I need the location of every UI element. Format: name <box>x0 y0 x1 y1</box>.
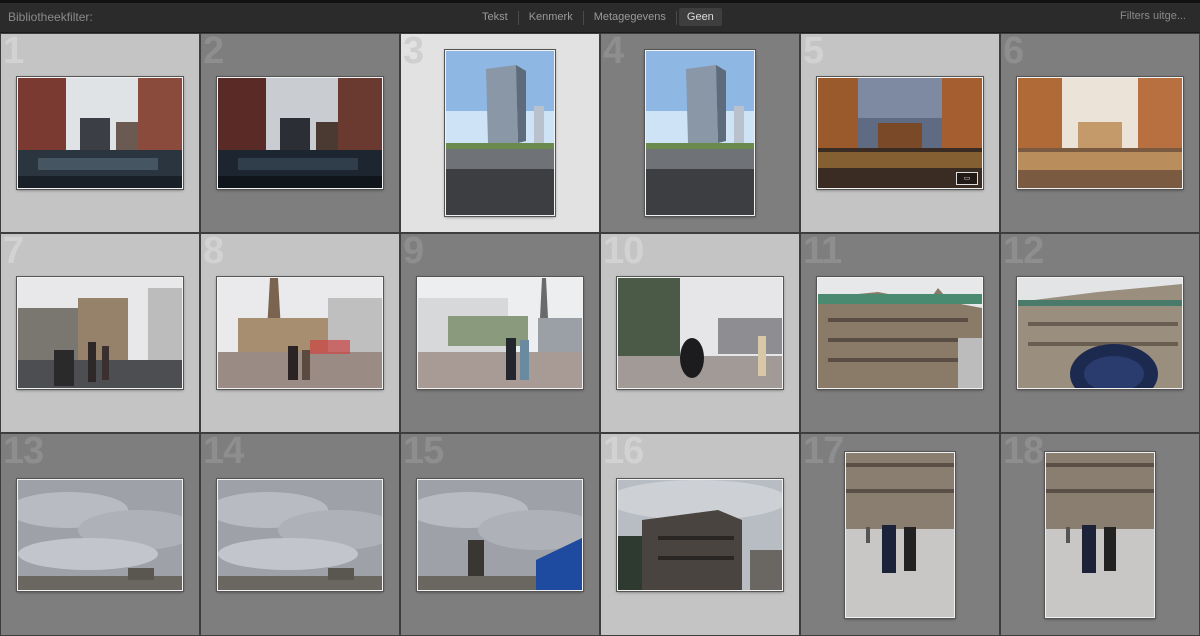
grid-cell[interactable]: 14 <box>200 433 400 636</box>
photo-thumbnail[interactable] <box>417 478 583 591</box>
tab-divider <box>517 11 519 25</box>
cell-index-number: 6 <box>1003 33 1024 72</box>
filter-tab-metadata[interactable]: Metagegevens <box>586 8 674 26</box>
cell-index-number: 17 <box>803 433 844 472</box>
cell-index-number: 7 <box>3 233 24 272</box>
filter-tabs: Tekst Kenmerk Metagegevens Geen <box>474 8 722 26</box>
photo-thumbnail[interactable] <box>1017 77 1183 189</box>
photo-thumbnail[interactable] <box>217 478 383 591</box>
filter-tab-attribute[interactable]: Kenmerk <box>521 8 581 26</box>
grid-cell[interactable]: 6 <box>1000 33 1200 233</box>
library-filter-bar: Bibliotheekfilter: Tekst Kenmerk Metageg… <box>0 0 1200 33</box>
cell-index-number: 3 <box>403 33 424 72</box>
grid-cell[interactable]: 10 <box>600 233 800 433</box>
cell-index-number: 1 <box>3 33 24 72</box>
photo-thumbnail[interactable] <box>645 50 755 216</box>
grid-cell[interactable]: 3 <box>400 33 600 233</box>
cell-index-number: 11 <box>803 233 842 272</box>
cell-index-number: 10 <box>603 233 644 272</box>
grid-cell[interactable]: 16 <box>600 433 800 636</box>
cell-index-number: 9 <box>403 233 424 272</box>
photo-thumbnail[interactable] <box>17 77 183 189</box>
photo-thumbnail[interactable]: ▭ <box>817 77 983 189</box>
grid-cell[interactable]: 1 <box>0 33 200 233</box>
filters-off-dropdown[interactable]: Filters uitge... <box>1120 10 1186 22</box>
filter-tab-none[interactable]: Geen <box>678 8 722 26</box>
photo-thumbnail[interactable] <box>17 478 183 591</box>
grid-cell[interactable]: 4 <box>600 33 800 233</box>
grid-cell[interactable]: 13 <box>0 433 200 636</box>
cell-index-number: 18 <box>1003 433 1044 472</box>
cell-index-number: 8 <box>203 233 224 272</box>
thumbnail-grid: 1 2 3 4 5 ▭ 6 7 8 9 10 11 12 13 14 15 16… <box>0 33 1200 636</box>
tab-divider <box>582 11 584 25</box>
cell-index-number: 4 <box>603 33 624 72</box>
cell-index-number: 2 <box>203 33 224 72</box>
cell-index-number: 14 <box>203 433 244 472</box>
cell-index-number: 16 <box>603 433 644 472</box>
grid-cell[interactable]: 18 <box>1000 433 1200 636</box>
grid-cell[interactable]: 7 <box>0 233 200 433</box>
grid-cell[interactable]: 8 <box>200 233 400 433</box>
photo-thumbnail[interactable] <box>417 277 583 389</box>
photo-thumbnail[interactable] <box>617 277 783 389</box>
photo-thumbnail[interactable] <box>17 277 183 389</box>
filter-tab-text[interactable]: Tekst <box>474 8 516 26</box>
grid-cell[interactable]: 11 <box>800 233 1000 433</box>
grid-cell[interactable]: 5 ▭ <box>800 33 1000 233</box>
cell-index-number: 15 <box>403 433 444 472</box>
grid-cell[interactable]: 2 <box>200 33 400 233</box>
grid-cell[interactable]: 12 <box>1000 233 1200 433</box>
photo-thumbnail[interactable] <box>217 77 383 189</box>
photo-thumbnail[interactable] <box>1017 277 1183 389</box>
cell-index-number: 5 <box>803 33 824 72</box>
photo-thumbnail[interactable] <box>845 451 955 618</box>
photo-thumbnail[interactable] <box>817 277 983 389</box>
photo-thumbnail[interactable] <box>1045 451 1155 618</box>
photo-thumbnail[interactable] <box>445 50 555 216</box>
edited-badge-icon[interactable]: ▭ <box>956 172 978 185</box>
photo-thumbnail[interactable] <box>217 277 383 389</box>
grid-cell[interactable]: 15 <box>400 433 600 636</box>
grid-cell[interactable]: 17 <box>800 433 1000 636</box>
cell-index-number: 13 <box>3 433 44 472</box>
grid-cell[interactable]: 9 <box>400 233 600 433</box>
library-filter-title: Bibliotheekfilter: <box>8 10 93 24</box>
tab-divider <box>675 11 677 25</box>
cell-index-number: 12 <box>1003 233 1044 272</box>
photo-thumbnail[interactable] <box>617 478 783 591</box>
